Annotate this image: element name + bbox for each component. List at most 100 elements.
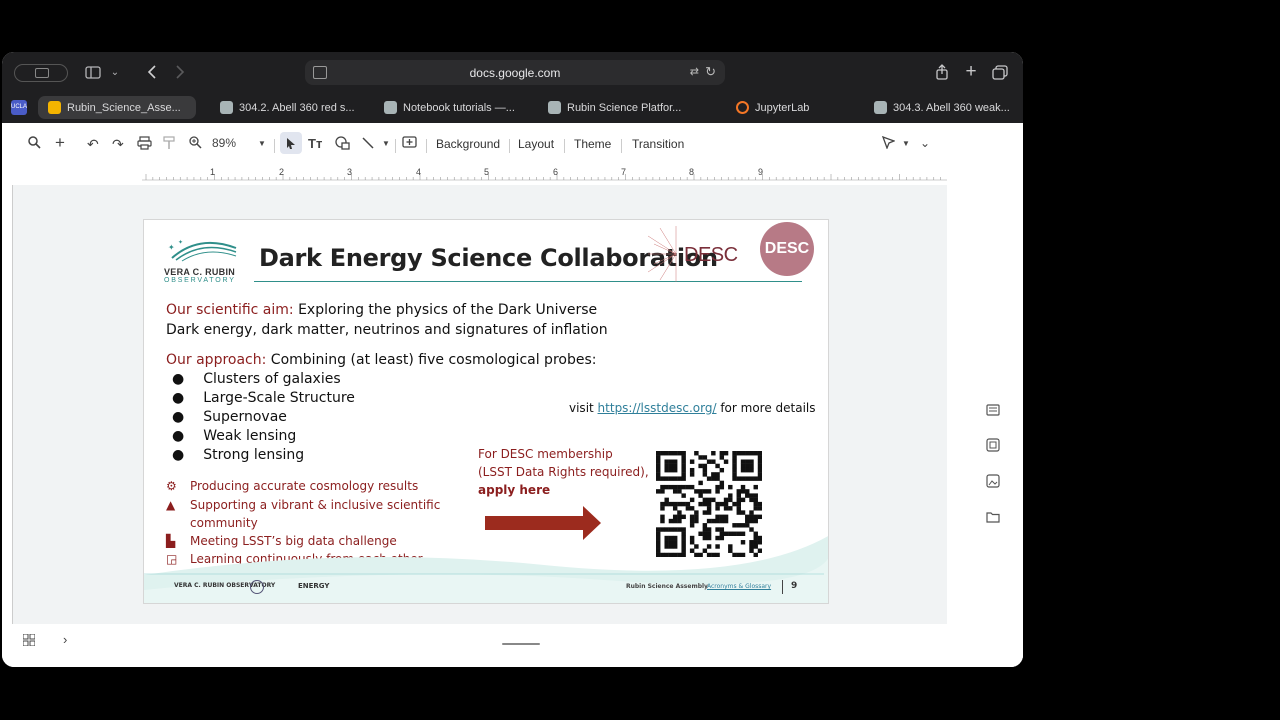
probe-label: Clusters of galaxies [203,371,341,387]
undo-icon[interactable]: ↶ [87,136,99,153]
footer: VERA C. RUBIN OBSERVATORY ENERGY Rubin S… [144,580,828,600]
apply-link[interactable]: apply here [478,481,649,499]
vertical-ruler [12,185,13,667]
probe-item: ● Large-Scale Structure [172,390,355,406]
bottom-bar: › [2,624,1023,667]
grid-view-icon[interactable] [22,633,36,651]
ruler-tick-label: 7 [621,167,627,177]
aim-text: Exploring the physics of the Dark Univer… [293,302,598,318]
pointer-mode-icon[interactable] [882,136,895,149]
reload-icon[interactable]: ↻ [705,64,716,80]
tab-jupyterlab[interactable]: JupyterLab [726,96,846,119]
tab-label: Rubin_Science_Asse... [67,101,181,114]
tab-label: JupyterLab [755,101,810,114]
footer-energy-logo: ENERGY [298,582,330,590]
back-button[interactable] [143,63,161,81]
glossary-link[interactable]: Acronyms & Glossary [707,583,771,590]
menu-background[interactable]: Background [436,137,500,151]
new-slide-icon[interactable]: + [55,133,65,153]
pointer-caret-icon[interactable]: ▼ [902,139,910,148]
tab-abell-weak[interactable]: 304.3. Abell 360 weak... [864,96,1019,119]
text-box-icon[interactable]: Tт [308,136,322,151]
line-icon[interactable] [361,136,375,150]
url-text: docs.google.com [469,65,561,80]
new-tab-button[interactable]: + [962,61,980,82]
jupyter-icon [736,101,749,114]
forward-button[interactable] [171,63,189,81]
notebook-icon [548,101,561,114]
comment-icon[interactable] [402,136,417,150]
notebook-icon [874,101,887,114]
tab-notebook-tutorials[interactable]: Notebook tutorials —... [374,96,524,119]
membership-line: For DESC membership [478,447,613,461]
collapse-toolbar-icon[interactable]: ⌄ [920,136,930,150]
redo-icon[interactable]: ↷ [112,136,124,153]
svg-text:✦: ✦ [178,239,183,246]
search-icon[interactable] [28,136,41,149]
ruler-tick-label: 8 [689,167,695,177]
approach-line: Our approach: Combining (at least) five … [166,352,596,368]
pinned-tab-icon[interactable]: UCLA [11,100,27,115]
page-menu-icon[interactable] [313,66,327,79]
sidebar-toggle-icon[interactable] [84,64,102,80]
probe-item: ● Weak lensing [172,428,297,444]
footer-assembly: Rubin Science Assembly [626,583,708,590]
side-panel [947,167,1023,667]
menu-transition[interactable]: Transition [632,137,684,151]
ruler-tick-label: 6 [553,167,559,177]
speaker-notes-icon[interactable] [986,403,1000,421]
window-controls[interactable] [14,64,68,82]
tab-rubin-science-assembly[interactable]: Rubin_Science_Asse... [38,96,196,119]
zoom-icon[interactable] [189,136,202,149]
probe-label: Supernovae [203,409,287,425]
print-icon[interactable] [137,136,152,150]
desc-wordmark-text: DESC [684,244,738,266]
aim-line2: Dark energy, dark matter, neutrinos and … [166,322,608,338]
zoom-value: 89% [212,136,237,150]
zoom-select[interactable]: 89% ▼ [212,136,268,150]
approach-text: Combining (at least) five cosmological p… [266,352,597,368]
nsf-logo-icon [250,580,264,594]
desc-wordmark: DESC [646,226,738,282]
menu-theme[interactable]: Theme [574,137,611,151]
expand-filmstrip-icon[interactable]: › [63,632,67,647]
desc-link[interactable]: https://lsstdesc.org/ [598,401,717,415]
ruler-tick-label: 2 [279,167,285,177]
ruler-tick-label: 4 [416,167,422,177]
tab-label: Notebook tutorials —... [403,101,515,114]
slides-panel-icon[interactable] [986,438,1000,457]
address-bar[interactable]: docs.google.com ⇄ ↻ [305,60,725,85]
membership-text: For DESC membership (LSST Data Rights re… [478,445,649,499]
chevron-down-icon[interactable]: ⌄ [108,64,122,80]
page-number: 9 [791,581,798,591]
tab-rubin-science-platform[interactable]: Rubin Science Platfor... [538,96,688,119]
visit-line: visit https://lsstdesc.org/ for more det… [569,401,816,415]
probe-label: Strong lensing [203,447,305,463]
ruler-tick-label: 9 [758,167,764,177]
paint-format-icon[interactable] [163,136,175,150]
feature-label: Supporting a vibrant & inclusive scienti… [190,498,441,512]
menu-layout[interactable]: Layout [518,137,554,151]
rubin-logo: ✦ ✦ VERA C. RUBIN OBSERVATORY [164,236,244,284]
probe-item: ● Supernovae [172,409,287,425]
line-caret-icon[interactable]: ▼ [382,139,390,148]
resize-handle[interactable] [502,643,540,645]
tab-abell-red[interactable]: 304.2. Abell 360 red s... [210,96,360,119]
ruler-tick-label: 1 [210,167,216,177]
approach-label: Our approach: [166,352,267,368]
slide[interactable]: ✦ ✦ VERA C. RUBIN OBSERVATORY Dark Energ… [143,219,829,604]
divider [564,139,565,153]
shape-icon[interactable] [335,136,350,150]
probe-label: Weak lensing [203,428,297,444]
select-tool-icon[interactable] [280,132,302,154]
tab-overview-icon[interactable] [991,63,1009,81]
visit-suffix: for more details [716,401,816,415]
translate-icon[interactable]: ⇄ [690,65,699,78]
share-icon[interactable] [933,63,951,81]
folder-icon[interactable] [986,510,1000,528]
divider [426,139,427,153]
image-panel-icon[interactable] [986,474,1000,493]
rubin-logo-line2: OBSERVATORY [164,277,236,284]
gears-icon: ⚙ [166,479,177,493]
aim-line: Our scientific aim: Exploring the physic… [166,302,597,318]
